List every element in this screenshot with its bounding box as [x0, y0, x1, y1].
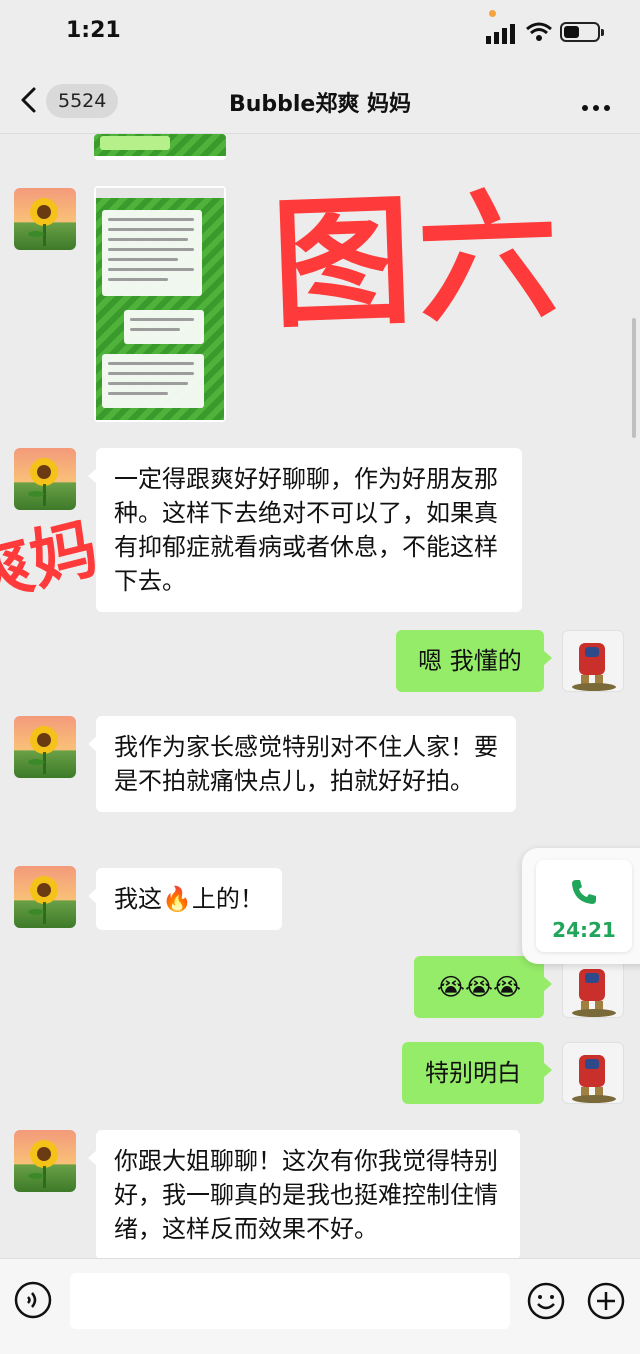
my-avatar[interactable] — [562, 1042, 624, 1104]
chat-title: Bubble郑爽 妈妈 — [228, 92, 412, 117]
voice-icon[interactable] — [14, 1281, 52, 1319]
plus-icon[interactable] — [586, 1281, 626, 1321]
contact-avatar[interactable] — [14, 1130, 76, 1192]
battery-icon — [560, 22, 604, 42]
message-bubble-received[interactable]: 我这🔥上的！ — [88, 868, 282, 930]
image-message[interactable] — [94, 134, 226, 160]
wifi-icon — [526, 22, 552, 41]
my-avatar[interactable] — [562, 630, 624, 692]
my-avatar[interactable] — [562, 956, 624, 1018]
contact-avatar[interactable] — [14, 716, 76, 778]
message-input[interactable] — [70, 1273, 510, 1329]
message-bubble-received[interactable]: 我作为家长感觉特别对不住人家！要是不拍就痛快点儿，拍就好好拍。 — [88, 716, 516, 812]
contact-avatar[interactable] — [14, 866, 76, 928]
contact-avatar[interactable] — [14, 448, 76, 510]
input-bar — [0, 1258, 640, 1354]
message-bubble-sent[interactable]: 嗯 我懂的 — [396, 630, 552, 692]
privacy-indicator-dot — [489, 10, 496, 17]
message-bubble-sent[interactable]: 😭😭😭 — [414, 956, 552, 1018]
scrollbar[interactable] — [632, 318, 636, 438]
emoji-icon[interactable] — [526, 1281, 566, 1321]
chat-header: 5524 Bubble郑爽 妈妈 — [0, 68, 640, 134]
message-bubble-sent[interactable]: 特别明白 — [402, 1042, 552, 1104]
message-bubble-received[interactable]: 一定得跟爽好好聊聊，作为好朋友那种。这样下去绝对不可以了，如果真有抑郁症就看病或… — [88, 448, 522, 612]
phone-icon — [572, 880, 596, 904]
image-stamp-label: 图六 — [269, 174, 567, 349]
message-bubble-received[interactable]: 你跟大姐聊聊！这次有你我觉得特别好，我一聊真的是我也挺难控制住情绪，这样反而效果… — [88, 1130, 520, 1258]
image-message[interactable] — [94, 186, 226, 422]
signal-icon — [486, 24, 515, 44]
status-time: 1:21 — [66, 18, 121, 43]
contact-avatar[interactable] — [14, 188, 76, 250]
status-bar: 1:21 — [0, 0, 640, 68]
floating-call-window[interactable]: 24:21 — [522, 848, 640, 964]
call-duration: 24:21 — [552, 918, 616, 942]
more-icon[interactable] — [582, 96, 618, 111]
